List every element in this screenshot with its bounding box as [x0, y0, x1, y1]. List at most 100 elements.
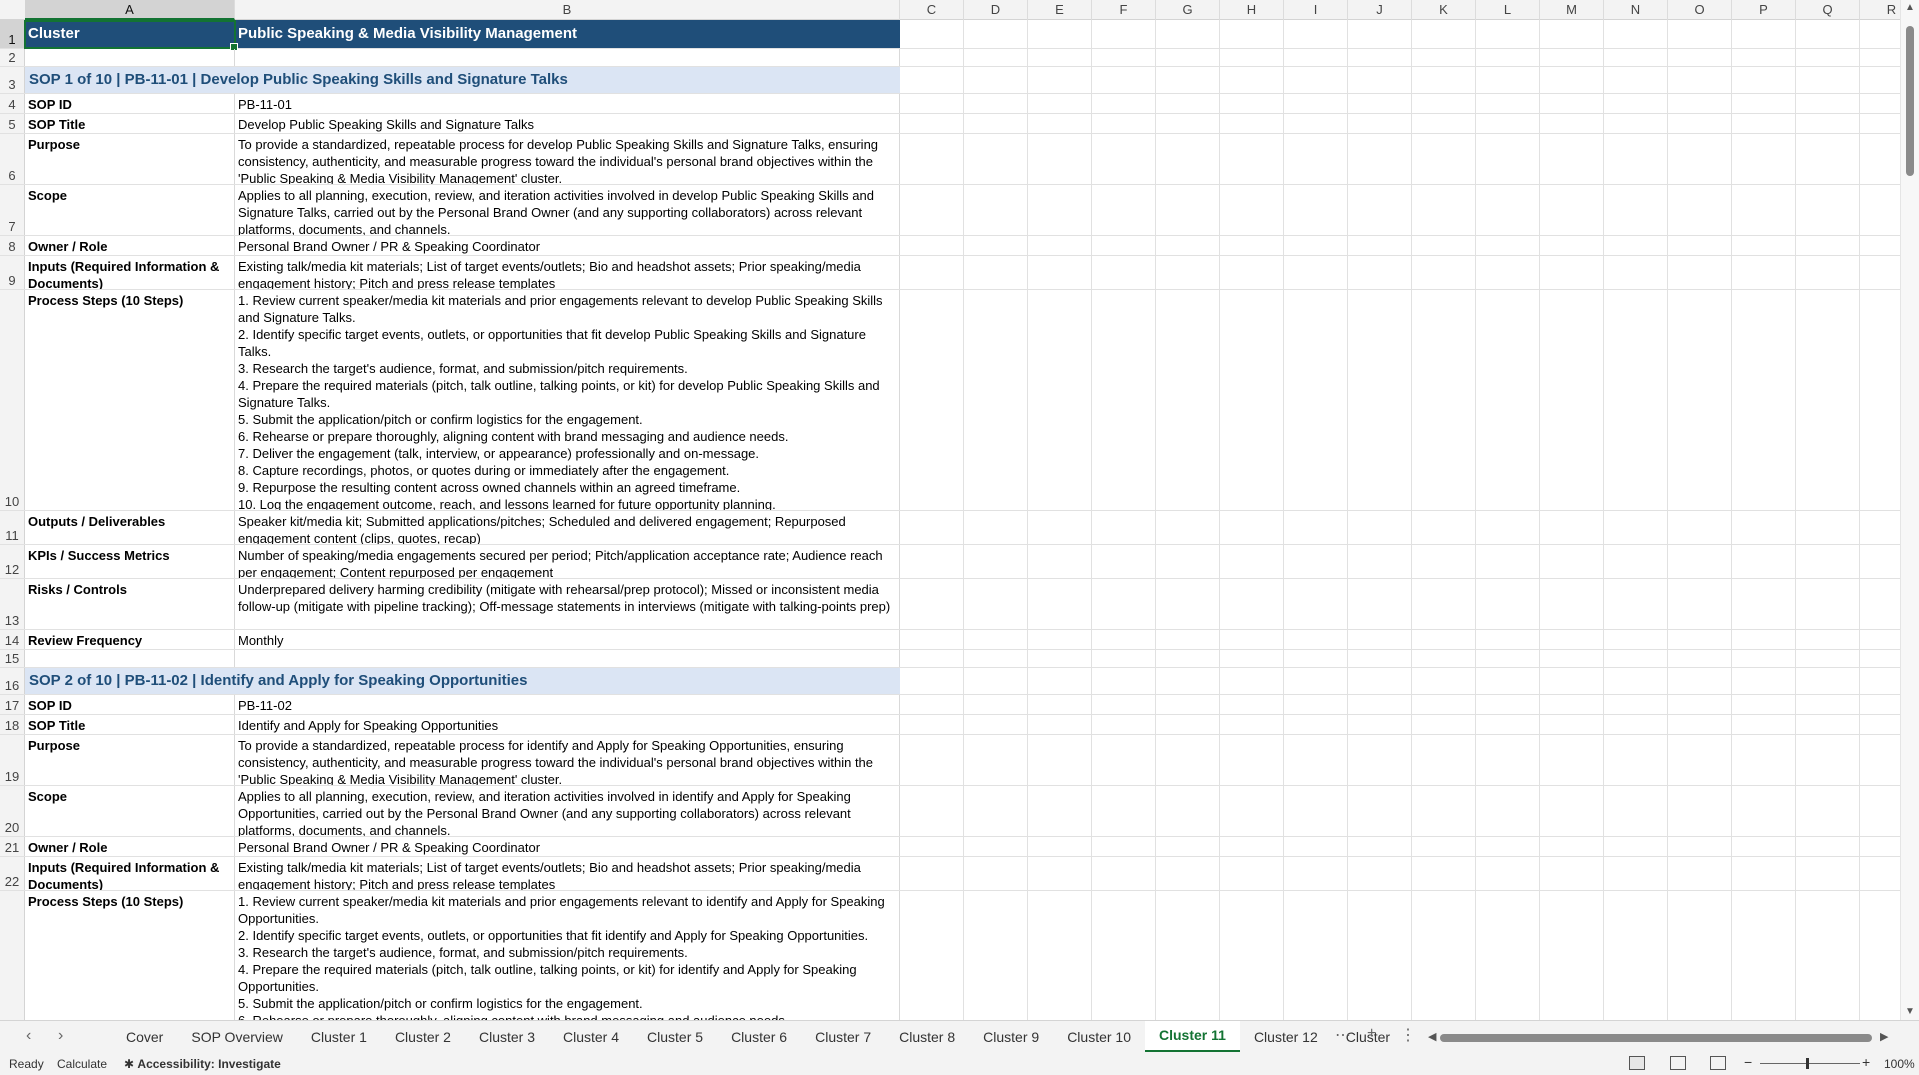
column-header-g[interactable]: G: [1156, 0, 1220, 20]
column-header-b[interactable]: B: [235, 0, 900, 20]
vertical-scroll-thumb[interactable]: [1906, 26, 1914, 176]
field-value-cell[interactable]: Identify and Apply for Speaking Opportun…: [235, 715, 900, 734]
row-header[interactable]: 22: [0, 857, 25, 890]
field-value-cell[interactable]: Monthly: [235, 630, 900, 649]
field-value-cell[interactable]: Existing talk/media kit materials; List …: [235, 857, 900, 890]
chevron-right-icon[interactable]: ›: [58, 1027, 63, 1045]
field-label-cell[interactable]: Scope: [25, 185, 235, 235]
column-header-c[interactable]: C: [900, 0, 964, 20]
sheet-tab-cluster-10[interactable]: Cluster 10: [1053, 1021, 1145, 1053]
field-label-cell[interactable]: Owner / Role: [25, 837, 235, 856]
scroll-up-icon[interactable]: ▲: [1905, 2, 1915, 13]
row-header[interactable]: 21: [0, 837, 25, 856]
field-label-cell[interactable]: Inputs (Required Information & Documents…: [25, 857, 235, 890]
column-header-a[interactable]: A: [25, 0, 235, 20]
empty-columns-area[interactable]: [900, 290, 1900, 510]
empty-columns-area[interactable]: [900, 134, 1900, 184]
sheet-tab-sop-overview[interactable]: SOP Overview: [177, 1021, 297, 1053]
field-value-cell[interactable]: Speaker kit/media kit; Submitted applica…: [235, 511, 900, 544]
empty-columns-area[interactable]: [900, 695, 1900, 714]
kebab-icon[interactable]: ⋮: [1400, 1025, 1416, 1045]
row-header[interactable]: 17: [0, 695, 25, 714]
row-header[interactable]: 9: [0, 256, 25, 289]
column-header-m[interactable]: M: [1540, 0, 1604, 20]
field-label-cell[interactable]: Purpose: [25, 735, 235, 785]
empty-columns-area[interactable]: [900, 786, 1900, 836]
page-layout-view-icon[interactable]: [1670, 1056, 1686, 1070]
empty-columns-area[interactable]: [900, 668, 1900, 694]
field-label-cell[interactable]: Review Frequency: [25, 630, 235, 649]
page-break-view-icon[interactable]: [1710, 1056, 1726, 1070]
row-header[interactable]: 7: [0, 185, 25, 235]
empty-columns-area[interactable]: [900, 256, 1900, 289]
column-header-h[interactable]: H: [1220, 0, 1284, 20]
empty-columns-area[interactable]: [900, 715, 1900, 734]
row-header[interactable]: 3: [0, 67, 25, 93]
row-header[interactable]: 15: [0, 650, 25, 667]
field-label-cell[interactable]: Process Steps (10 Steps): [25, 290, 235, 510]
field-value-cell[interactable]: Underprepared delivery harming credibili…: [235, 579, 900, 629]
empty-cell[interactable]: [235, 49, 900, 66]
sheet-grid[interactable]: 1 Cluster Public Speaking & Media Visibili…: [0, 20, 1900, 1020]
column-header-f[interactable]: F: [1092, 0, 1156, 20]
column-header-o[interactable]: O: [1668, 0, 1732, 20]
accessibility-button[interactable]: ✱ Accessibility: Investigate: [124, 1057, 281, 1071]
row-header[interactable]: 23: [0, 891, 25, 1020]
field-label-cell[interactable]: Process Steps (10 Steps): [25, 891, 235, 1020]
sheet-tab-cluster-7[interactable]: Cluster 7: [801, 1021, 885, 1053]
row-header[interactable]: 14: [0, 630, 25, 649]
column-header-j[interactable]: J: [1348, 0, 1412, 20]
field-label-cell[interactable]: SOP ID: [25, 94, 235, 113]
row-header[interactable]: 11: [0, 511, 25, 544]
field-value-cell[interactable]: PB-11-02: [235, 695, 900, 714]
field-value-cell[interactable]: To provide a standardized, repeatable pr…: [235, 735, 900, 785]
empty-columns-area[interactable]: [900, 630, 1900, 649]
row-header[interactable]: 19: [0, 735, 25, 785]
empty-columns-area[interactable]: [900, 94, 1900, 113]
sheet-tab-cluster-3[interactable]: Cluster 3: [465, 1021, 549, 1053]
sheet-tab-cluster-11[interactable]: Cluster 11: [1145, 1021, 1240, 1053]
row-header[interactable]: 20: [0, 786, 25, 836]
field-label-cell[interactable]: SOP Title: [25, 114, 235, 133]
empty-columns-area[interactable]: [900, 891, 1900, 1020]
field-value-cell[interactable]: PB-11-01: [235, 94, 900, 113]
field-label-cell[interactable]: Purpose: [25, 134, 235, 184]
row-header[interactable]: 18: [0, 715, 25, 734]
cluster-title-cell[interactable]: Public Speaking & Media Visibility Manag…: [235, 20, 900, 48]
empty-cell[interactable]: [235, 650, 900, 667]
field-value-cell[interactable]: Personal Brand Owner / PR & Speaking Coo…: [235, 236, 900, 255]
empty-columns-area[interactable]: [900, 185, 1900, 235]
column-header-i[interactable]: I: [1284, 0, 1348, 20]
horizontal-scroll-thumb[interactable]: [1440, 1034, 1872, 1042]
row-header[interactable]: 10: [0, 290, 25, 510]
field-label-cell[interactable]: Outputs / Deliverables: [25, 511, 235, 544]
column-header-d[interactable]: D: [964, 0, 1028, 20]
empty-cell[interactable]: [25, 650, 235, 667]
scroll-down-icon[interactable]: ▼: [1905, 1006, 1915, 1017]
row-header[interactable]: 8: [0, 236, 25, 255]
empty-columns-area[interactable]: [900, 735, 1900, 785]
empty-columns-area[interactable]: [900, 67, 1900, 93]
row-header[interactable]: 2: [0, 49, 25, 66]
row-header[interactable]: 1: [0, 20, 25, 48]
zoom-in-icon[interactable]: +: [1862, 1054, 1870, 1070]
vertical-scrollbar[interactable]: ▲ ▼: [1900, 0, 1919, 1020]
sheet-tab-cluster-1[interactable]: Cluster 1: [297, 1021, 381, 1053]
field-value-cell[interactable]: Applies to all planning, execution, revi…: [235, 185, 900, 235]
row-header[interactable]: 5: [0, 114, 25, 133]
sheet-tab-cover[interactable]: Cover: [112, 1021, 177, 1053]
row-header[interactable]: 6: [0, 134, 25, 184]
empty-columns-area[interactable]: [900, 236, 1900, 255]
horizontal-scrollbar[interactable]: ◀ ▶: [1428, 1030, 1890, 1044]
ellipsis-icon[interactable]: ⋯: [1335, 1025, 1351, 1045]
calculate-button[interactable]: Calculate: [57, 1057, 107, 1071]
empty-columns-area[interactable]: [900, 650, 1900, 667]
scroll-left-icon[interactable]: ◀: [1428, 1030, 1436, 1043]
field-value-cell[interactable]: 1. Review current speaker/media kit mate…: [235, 290, 900, 510]
sheet-tab-cluster-9[interactable]: Cluster 9: [969, 1021, 1053, 1053]
empty-columns-area[interactable]: [900, 49, 1900, 66]
sheet-tab-cluster-6[interactable]: Cluster 6: [717, 1021, 801, 1053]
empty-columns-area[interactable]: [900, 857, 1900, 890]
sheet-tab-cluster-12[interactable]: Cluster 12: [1240, 1021, 1332, 1053]
field-value-cell[interactable]: 1. Review current speaker/media kit mate…: [235, 891, 900, 1020]
